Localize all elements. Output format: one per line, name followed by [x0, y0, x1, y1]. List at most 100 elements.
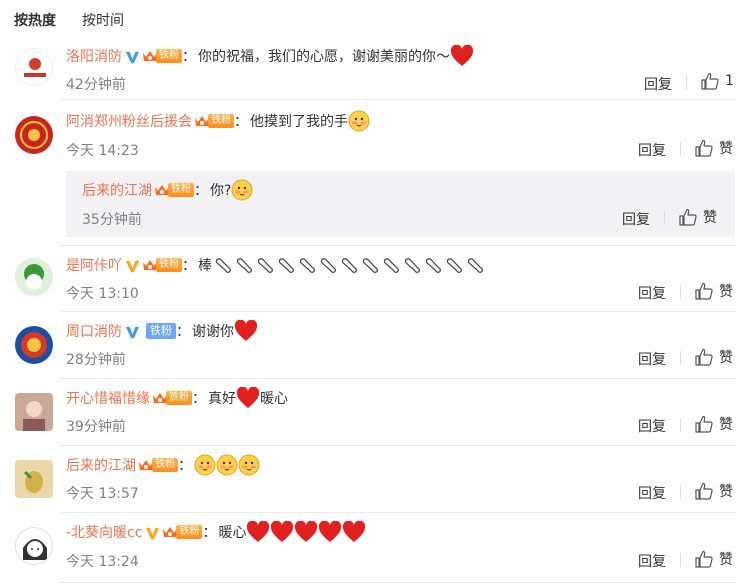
- like-count: 赞: [719, 141, 733, 157]
- comment-line: 后来的江湖 铁粉 ： 你?: [82, 179, 253, 201]
- avatar[interactable]: [15, 326, 53, 364]
- comment-item: 洛阳消防 铁粉 ： 你的祝福，我们的心愿，谢谢美丽的你～ 42分钟前 回复 1: [0, 40, 750, 100]
- comment-text: 真好: [208, 391, 236, 407]
- avatar[interactable]: [15, 527, 53, 565]
- username[interactable]: 是阿佧吖: [66, 255, 122, 275]
- heart-icon: [294, 521, 318, 543]
- comment-text: 你的祝福，我们的心愿，谢谢美丽的你～: [198, 49, 450, 65]
- like-button[interactable]: 赞: [678, 207, 717, 227]
- reply-button[interactable]: 回复: [638, 483, 666, 503]
- avatar[interactable]: [15, 48, 53, 86]
- comment-item: 开心惜福惜缘 铁粉 ： 真好 暖心 39分钟前 回复 赞: [0, 379, 750, 446]
- username[interactable]: 开心惜福惜缘: [66, 388, 150, 408]
- drumstick-icon: [445, 256, 464, 275]
- comment-time: 今天 13:57: [66, 486, 139, 502]
- drumstick-icon: [382, 256, 401, 275]
- comment-text-2: 暖心: [260, 391, 288, 407]
- thumb-icon: [694, 348, 714, 366]
- reply-button[interactable]: 回复: [622, 209, 650, 229]
- avatar[interactable]: [15, 258, 53, 296]
- fan-badge-label: 铁粉: [152, 458, 178, 472]
- fan-badge[interactable]: 铁粉: [162, 524, 203, 540]
- comment-item: 后来的江湖 铁粉 ： 今天 13:57 回复 赞: [0, 446, 750, 513]
- drumstick-icon: [466, 256, 485, 275]
- drumstick-icon: [214, 256, 233, 275]
- like-count: 赞: [719, 350, 733, 366]
- fan-badge[interactable]: 铁粉: [154, 182, 194, 198]
- thumb-icon: [700, 72, 720, 90]
- drumstick-icon: [235, 256, 254, 275]
- fan-badge-label: 铁粉: [168, 183, 194, 197]
- tab-hot[interactable]: 按热度: [14, 10, 56, 30]
- comment-line: -北葵向暖cc 铁粉 ： 暖心: [66, 521, 366, 543]
- username[interactable]: 后来的江湖: [66, 455, 136, 475]
- like-button[interactable]: 赞: [694, 281, 733, 301]
- username[interactable]: 周口消防: [66, 321, 122, 341]
- thumb-icon: [694, 282, 714, 300]
- verified-icon: [125, 49, 140, 64]
- comment-time: 今天 13:24: [66, 554, 139, 570]
- heart-icon: [342, 521, 366, 543]
- like-count: 赞: [719, 284, 733, 300]
- reply-button[interactable]: 回复: [638, 140, 666, 160]
- like-button[interactable]: 赞: [694, 347, 733, 367]
- heart-icon: [318, 521, 342, 543]
- like-button[interactable]: 赞: [694, 481, 733, 501]
- fan-badge[interactable]: 铁粉: [194, 113, 234, 129]
- avatar[interactable]: [15, 393, 53, 431]
- fan-badge[interactable]: 铁粉: [138, 457, 178, 473]
- reply-button[interactable]: 回复: [644, 74, 672, 94]
- comment-text: 你?: [210, 183, 232, 199]
- like-count: 1: [725, 73, 734, 89]
- like-count: 赞: [719, 552, 733, 568]
- comment-time: 35分钟前: [82, 212, 142, 228]
- reply-button[interactable]: 回复: [638, 349, 666, 369]
- reply-button[interactable]: 回复: [638, 283, 666, 303]
- fan-badge[interactable]: 铁粉: [142, 48, 182, 64]
- reply-button[interactable]: 回复: [638, 551, 666, 571]
- avatar[interactable]: [15, 116, 53, 154]
- heart-icon: [246, 521, 270, 543]
- comment-text: 棒: [198, 258, 212, 274]
- fan-badge-label: 铁粉: [166, 391, 192, 405]
- username[interactable]: 阿消郑州粉丝后援会: [66, 111, 192, 131]
- thumb-icon: [694, 550, 714, 568]
- tab-time[interactable]: 按时间: [82, 10, 124, 30]
- fan-badge-label: 铁粉: [156, 258, 182, 272]
- comment-line: 阿消郑州粉丝后援会 铁粉 ： 他摸到了我的手: [66, 110, 370, 132]
- drumstick-icon: [340, 256, 359, 275]
- fan-badge[interactable]: 铁粉: [142, 323, 176, 339]
- drumstick-icon: [424, 256, 443, 275]
- like-button[interactable]: 赞: [694, 549, 733, 569]
- comment-line: 周口消防 铁粉 ： 谢谢你: [66, 320, 258, 342]
- comment-line: 开心惜福惜缘 铁粉 ： 真好 暖心: [66, 387, 288, 409]
- like-button[interactable]: 赞: [694, 414, 733, 434]
- fan-badge-label: 铁粉: [156, 49, 182, 63]
- drumstick-icon: [256, 256, 275, 275]
- like-button[interactable]: 赞: [694, 138, 733, 158]
- fan-badge-label: 铁粉: [146, 323, 176, 339]
- username[interactable]: 洛阳消防: [66, 46, 122, 66]
- drumstick-icon: [298, 256, 317, 275]
- like-button[interactable]: 1: [700, 72, 734, 90]
- fan-badge[interactable]: 铁粉: [142, 257, 182, 273]
- comment-item: -北葵向暖cc 铁粉 ： 暖心 今天 13:24 回复 赞: [0, 513, 750, 583]
- comment-time: 28分钟前: [66, 352, 126, 368]
- comment-line: 后来的江湖 铁粉 ：: [66, 454, 260, 476]
- heart-icon: [234, 320, 258, 342]
- thumb-icon: [678, 208, 698, 226]
- comment-time: 今天 13:10: [66, 286, 139, 302]
- heart-icon: [450, 45, 474, 67]
- avatar[interactable]: [15, 460, 53, 498]
- reply-button[interactable]: 回复: [638, 416, 666, 436]
- fan-badge[interactable]: 铁粉: [152, 390, 192, 406]
- username[interactable]: -北葵向暖cc: [66, 522, 142, 542]
- thumb-icon: [694, 139, 714, 157]
- drumstick-icon: [319, 256, 338, 275]
- sort-tabs: 按热度 按时间: [0, 0, 750, 40]
- username[interactable]: 后来的江湖: [82, 180, 152, 200]
- comment-line: 洛阳消防 铁粉 ： 你的祝福，我们的心愿，谢谢美丽的你～: [66, 45, 474, 67]
- comment-text: 他摸到了我的手: [250, 114, 348, 130]
- sub-reply: 后来的江湖 铁粉 ： 你? 35分钟前 回复 赞: [66, 171, 735, 237]
- heart-icon: [270, 521, 294, 543]
